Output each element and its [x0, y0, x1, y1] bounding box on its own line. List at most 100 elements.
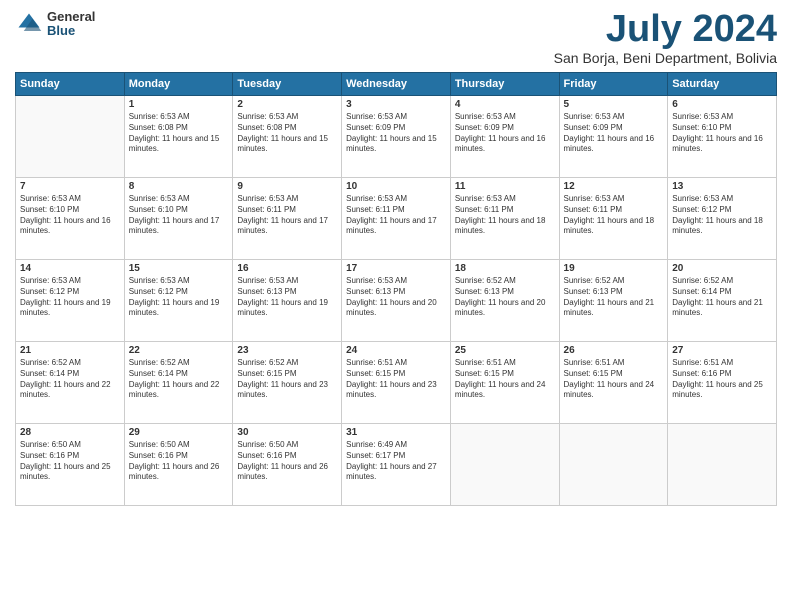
day-number: 7 [20, 181, 120, 192]
sunset-text: Sunset: 6:13 PM [455, 287, 555, 298]
day-number: 10 [346, 181, 446, 192]
sunset-text: Sunset: 6:16 PM [129, 451, 229, 462]
sunrise-text: Sunrise: 6:53 AM [346, 112, 446, 123]
calendar-week-row: 28Sunrise: 6:50 AMSunset: 6:16 PMDayligh… [16, 424, 777, 506]
table-row: 6 Sunrise: 6:53 AMSunset: 6:10 PMDaylight… [668, 96, 777, 178]
sunset-text: Sunset: 6:15 PM [455, 369, 555, 380]
sunset-text: Sunset: 6:16 PM [20, 451, 120, 462]
table-row: 15Sunrise: 6:53 AMSunset: 6:12 PMDayligh… [124, 260, 233, 342]
sunset-text: Sunset: 6:13 PM [564, 287, 664, 298]
sunrise-text: Sunrise: 6:53 AM [455, 112, 555, 123]
table-row [450, 424, 559, 506]
daylight-text: Daylight: 11 hours and 16 minutes. [455, 134, 555, 156]
month-title: July 2024 [554, 10, 777, 48]
sunrise-text: Sunrise: 6:53 AM [564, 112, 664, 123]
sunrise-text: Sunrise: 6:53 AM [20, 276, 120, 287]
calendar-table: Sunday Monday Tuesday Wednesday Thursday… [15, 72, 777, 506]
day-number: 3 [346, 99, 446, 110]
logo-icon [15, 10, 43, 38]
day-number: 19 [564, 263, 664, 274]
daylight-text: Daylight: 11 hours and 18 minutes. [672, 216, 772, 238]
daylight-text: Daylight: 11 hours and 25 minutes. [20, 462, 120, 484]
sunrise-text: Sunrise: 6:53 AM [455, 194, 555, 205]
table-row: 13Sunrise: 6:53 AMSunset: 6:12 PMDayligh… [668, 178, 777, 260]
sunset-text: Sunset: 6:15 PM [237, 369, 337, 380]
header: General Blue July 2024 San Borja, Beni D… [15, 10, 777, 66]
header-monday: Monday [124, 73, 233, 96]
sunrise-text: Sunrise: 6:53 AM [129, 276, 229, 287]
table-row [16, 96, 125, 178]
table-row: 29Sunrise: 6:50 AMSunset: 6:16 PMDayligh… [124, 424, 233, 506]
calendar-week-row: 7 Sunrise: 6:53 AM Sunset: 6:10 PM Daylight… [16, 178, 777, 260]
day-number: 6 [672, 99, 772, 110]
daylight-text: Daylight: 11 hours and 24 minutes. [455, 380, 555, 402]
daylight-text: Daylight: 11 hours and 23 minutes. [237, 380, 337, 402]
sunset-text: Sunset: 6:13 PM [237, 287, 337, 298]
sunset-text: Sunset: 6:12 PM [672, 205, 772, 216]
sunrise-text: Sunrise: 6:53 AM [237, 194, 337, 205]
logo: General Blue [15, 10, 95, 39]
table-row: 18Sunrise: 6:52 AMSunset: 6:13 PMDayligh… [450, 260, 559, 342]
day-number: 24 [346, 345, 446, 356]
table-row: 17Sunrise: 6:53 AMSunset: 6:13 PMDayligh… [342, 260, 451, 342]
table-row: 19 Sunrise: 6:52 AMSunset: 6:13 PMDayligh… [559, 260, 668, 342]
sunset-text: Sunset: 6:10 PM [672, 123, 772, 134]
sunset-text: Sunset: 6:16 PM [672, 369, 772, 380]
day-number: 1 [129, 99, 229, 110]
daylight-text: Daylight: 11 hours and 16 minutes. [564, 134, 664, 156]
calendar-week-row: 1Sunrise: 6:53 AMSunset: 6:08 PMDaylight… [16, 96, 777, 178]
header-sunday: Sunday [16, 73, 125, 96]
daylight-text: Daylight: 11 hours and 23 minutes. [346, 380, 446, 402]
day-number: 25 [455, 345, 555, 356]
header-wednesday: Wednesday [342, 73, 451, 96]
header-thursday: Thursday [450, 73, 559, 96]
table-row [668, 424, 777, 506]
calendar-week-row: 14Sunrise: 6:53 AMSunset: 6:12 PMDayligh… [16, 260, 777, 342]
logo-blue: Blue [47, 24, 95, 38]
day-number: 16 [237, 263, 337, 274]
daylight-text: Daylight: 11 hours and 17 minutes. [346, 216, 446, 238]
sunrise-text: Sunrise: 6:53 AM [20, 194, 120, 205]
daylight-text: Daylight: 11 hours and 22 minutes. [20, 380, 120, 402]
day-number: 23 [237, 345, 337, 356]
day-number: 18 [455, 263, 555, 274]
table-row: 14Sunrise: 6:53 AMSunset: 6:12 PMDayligh… [16, 260, 125, 342]
table-row: 16Sunrise: 6:53 AMSunset: 6:13 PMDayligh… [233, 260, 342, 342]
daylight-text: Daylight: 11 hours and 16 minutes. [672, 134, 772, 156]
table-row [559, 424, 668, 506]
day-number: 15 [129, 263, 229, 274]
sunset-text: Sunset: 6:15 PM [564, 369, 664, 380]
sunset-text: Sunset: 6:15 PM [346, 369, 446, 380]
sunrise-text: Sunrise: 6:53 AM [237, 112, 337, 123]
logo-general: General [47, 10, 95, 24]
daylight-text: Daylight: 11 hours and 24 minutes. [564, 380, 664, 402]
sunset-text: Sunset: 6:12 PM [20, 287, 120, 298]
sunset-text: Sunset: 6:09 PM [346, 123, 446, 134]
day-number: 31 [346, 427, 446, 438]
table-row: 11Sunrise: 6:53 AMSunset: 6:11 PMDayligh… [450, 178, 559, 260]
sunrise-text: Sunrise: 6:52 AM [564, 276, 664, 287]
sunrise-text: Sunrise: 6:50 AM [129, 440, 229, 451]
sunset-text: Sunset: 6:12 PM [129, 287, 229, 298]
sunrise-text: Sunrise: 6:53 AM [672, 112, 772, 123]
sunrise-text: Sunrise: 6:51 AM [672, 358, 772, 369]
sunset-text: Sunset: 6:14 PM [129, 369, 229, 380]
header-friday: Friday [559, 73, 668, 96]
table-row: 2Sunrise: 6:53 AMSunset: 6:08 PMDaylight… [233, 96, 342, 178]
daylight-text: Daylight: 11 hours and 21 minutes. [564, 298, 664, 320]
table-row: 21Sunrise: 6:52 AMSunset: 6:14 PMDayligh… [16, 342, 125, 424]
table-row: 31Sunrise: 6:49 AMSunset: 6:17 PMDayligh… [342, 424, 451, 506]
sunset-text: Sunset: 6:16 PM [237, 451, 337, 462]
sunrise-text: Sunrise: 6:52 AM [20, 358, 120, 369]
daylight-text: Daylight: 11 hours and 15 minutes. [129, 134, 229, 156]
sunset-text: Sunset: 6:10 PM [129, 205, 229, 216]
table-row: 9Sunrise: 6:53 AMSunset: 6:11 PMDaylight… [233, 178, 342, 260]
day-number: 27 [672, 345, 772, 356]
sunrise-text: Sunrise: 6:51 AM [455, 358, 555, 369]
day-number: 26 [564, 345, 664, 356]
table-row: 26Sunrise: 6:51 AMSunset: 6:15 PMDayligh… [559, 342, 668, 424]
daylight-text: Daylight: 11 hours and 19 minutes. [20, 298, 120, 320]
daylight-text: Daylight: 11 hours and 22 minutes. [129, 380, 229, 402]
calendar-week-row: 21Sunrise: 6:52 AMSunset: 6:14 PMDayligh… [16, 342, 777, 424]
day-number: 20 [672, 263, 772, 274]
